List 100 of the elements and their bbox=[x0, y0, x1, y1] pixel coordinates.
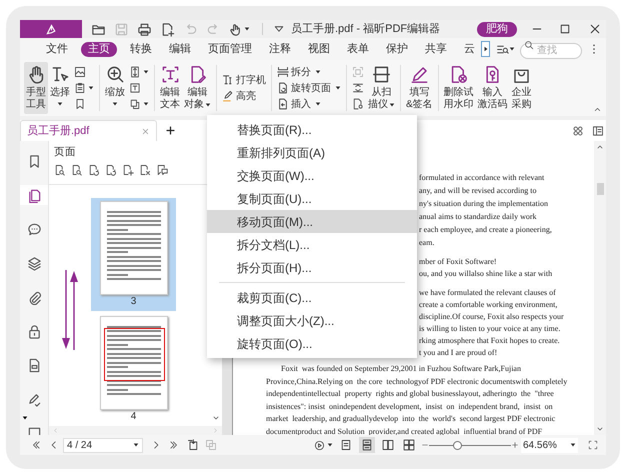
zoom-field[interactable]: 64.56% bbox=[521, 438, 578, 452]
layers-icon[interactable] bbox=[26, 256, 42, 270]
paperclip-icon[interactable] bbox=[26, 290, 42, 304]
comment-icon[interactable] bbox=[26, 222, 42, 236]
more-tabs-button[interactable] bbox=[481, 41, 490, 57]
play-icon[interactable] bbox=[314, 440, 325, 450]
scroll-down-icon[interactable] bbox=[212, 414, 220, 422]
menu-item[interactable]: 调整页面大小(Z)... bbox=[207, 309, 417, 332]
page-add-icon[interactable] bbox=[122, 164, 134, 176]
ribbon-icon-button[interactable] bbox=[352, 82, 364, 94]
ribbon-icon-button[interactable] bbox=[352, 98, 364, 110]
continuous-page-icon[interactable] bbox=[361, 439, 373, 451]
page-comment-icon[interactable] bbox=[156, 164, 168, 176]
menu-item[interactable]: 交换页面(W)... bbox=[207, 164, 417, 187]
menu-tab[interactable]: 主页 bbox=[81, 42, 117, 56]
ribbon-button[interactable]: 删除试 用水印 bbox=[442, 62, 476, 114]
ribbon-button[interactable]: 编辑 文本 bbox=[158, 62, 182, 114]
ribbon-small-button[interactable]: 拆分 bbox=[277, 66, 341, 78]
search-field[interactable]: 查找 bbox=[520, 42, 582, 58]
slider-thumb[interactable] bbox=[453, 440, 462, 450]
ribbon-icon-button[interactable] bbox=[129, 98, 149, 110]
scroll-down-icon[interactable] bbox=[596, 425, 604, 433]
ribbon-button[interactable]: 填写 &签名 bbox=[404, 62, 435, 114]
panel-icon[interactable] bbox=[592, 125, 604, 137]
menu-item[interactable]: 拆分文档(L)... bbox=[207, 233, 417, 256]
user-button[interactable]: 肥狗 bbox=[477, 22, 517, 36]
scroll-up-icon[interactable] bbox=[596, 143, 604, 151]
text-line: Foxit was founded on September 29,2001 in Fuzhou Software Park,Fujian bbox=[280, 363, 522, 375]
ribbon-button[interactable]: 选择 bbox=[48, 62, 72, 114]
caret-icon bbox=[143, 101, 149, 107]
fullscreen-icon[interactable] bbox=[588, 440, 598, 450]
collapse-icon[interactable] bbox=[593, 105, 602, 114]
menu-tab[interactable]: 视图 bbox=[304, 42, 334, 56]
menu-item[interactable]: 替换页面(R)... bbox=[207, 118, 417, 141]
text-line: documentproduct and Solution provider,and created aglobal influential brand of PDF bbox=[266, 426, 544, 435]
ribbon-button[interactable]: 输入 激活码 bbox=[476, 62, 510, 114]
menu-tab[interactable]: 转换 bbox=[126, 42, 156, 56]
menu-tab[interactable]: 文件 bbox=[42, 42, 72, 56]
image-icon bbox=[74, 66, 86, 78]
ribbon-small-button[interactable]: 高亮 bbox=[222, 90, 266, 102]
single-page-icon[interactable] bbox=[340, 439, 352, 451]
copy-icon bbox=[129, 98, 141, 110]
two-page-continuous-icon[interactable] bbox=[403, 439, 415, 451]
caret-icon bbox=[205, 102, 211, 108]
print-icon[interactable] bbox=[137, 22, 152, 36]
signature-pen-icon[interactable] bbox=[26, 392, 42, 406]
ribbon-icon-button[interactable] bbox=[129, 66, 149, 78]
menu-item[interactable]: 旋转页面(O)... bbox=[207, 332, 417, 355]
document-tab[interactable]: 员工手册.pdf bbox=[20, 120, 157, 141]
menu-item[interactable]: 移动页面(M)... bbox=[207, 210, 417, 233]
text-line: r each employee, and create a pioneering, bbox=[419, 224, 553, 236]
menu-tab[interactable]: 保护 bbox=[382, 42, 412, 56]
typewriter-icon bbox=[222, 74, 234, 86]
zoom-in-icon[interactable] bbox=[511, 441, 519, 449]
text-line: create a comfortable working environment, bbox=[419, 299, 558, 311]
page-rotate-icon[interactable] bbox=[88, 164, 100, 176]
maximize-icon[interactable] bbox=[559, 23, 571, 35]
page-rotate-icon[interactable] bbox=[105, 164, 117, 176]
ribbon-icon-button[interactable] bbox=[74, 82, 94, 94]
ribbon-button[interactable]: 编辑 对象 bbox=[182, 62, 213, 114]
first-page-icon[interactable] bbox=[31, 440, 41, 450]
ribbon-button[interactable]: 企业 采购 bbox=[510, 62, 534, 114]
menu-item[interactable]: 重新排列页面(A) bbox=[207, 141, 417, 164]
last-page-icon[interactable] bbox=[169, 440, 179, 450]
text-line: eam. bbox=[419, 237, 436, 249]
ribbon-button[interactable]: 手型 工具 bbox=[24, 62, 48, 114]
page-zoom-icon[interactable] bbox=[71, 164, 83, 176]
ribbon-button[interactable]: 缩放 bbox=[103, 62, 127, 114]
menu-tab[interactable]: 注释 bbox=[265, 42, 295, 56]
scrollbar-thumb[interactable] bbox=[596, 183, 604, 195]
search-icon bbox=[524, 40, 534, 50]
expand-arrow-icon[interactable] bbox=[22, 415, 28, 421]
page-thumbnail[interactable]: 3 bbox=[91, 198, 176, 311]
two-page-icon[interactable] bbox=[382, 439, 394, 451]
page-number-field[interactable]: 4 / 24 bbox=[63, 438, 143, 452]
pages-icon[interactable] bbox=[26, 188, 42, 202]
lock-icon[interactable] bbox=[26, 324, 42, 338]
menu-tab[interactable]: 表单 bbox=[343, 42, 373, 56]
menu-tab[interactable]: 云 bbox=[460, 42, 479, 56]
add-tab-icon[interactable] bbox=[165, 125, 176, 136]
page-delete-icon[interactable] bbox=[139, 164, 151, 176]
text-line: Province,China.Relying on the core technologyof PDF electronic documentswith completely bbox=[266, 376, 568, 388]
panel-title: 页面 bbox=[54, 145, 77, 159]
page-zoom-icon[interactable] bbox=[54, 164, 66, 176]
zoom-slider[interactable] bbox=[429, 440, 511, 450]
extract-page-icon[interactable] bbox=[187, 439, 199, 451]
ribbon-small-button[interactable]: 插入 bbox=[277, 98, 341, 110]
document-icon[interactable] bbox=[26, 358, 42, 372]
ribbon-small-button[interactable]: 打字机 bbox=[222, 74, 266, 86]
grid-view-icon[interactable] bbox=[572, 125, 584, 137]
menu-item[interactable]: 复制页面(U)... bbox=[207, 187, 417, 210]
new-page-icon[interactable] bbox=[160, 22, 175, 36]
menu-tab[interactable]: 编辑 bbox=[165, 42, 195, 56]
ribbon-small-button[interactable]: 旋转页面 bbox=[277, 82, 341, 94]
menu-tab[interactable]: 共享 bbox=[421, 42, 451, 56]
close-icon[interactable] bbox=[589, 23, 601, 35]
menu-item[interactable]: 裁剪页面(C)... bbox=[207, 286, 417, 309]
menu-tab[interactable]: 页面管理 bbox=[204, 42, 256, 56]
menu-item[interactable]: 拆分页面(H)... bbox=[207, 256, 417, 279]
ribbon-button[interactable]: 从扫 描仪 bbox=[366, 62, 397, 114]
